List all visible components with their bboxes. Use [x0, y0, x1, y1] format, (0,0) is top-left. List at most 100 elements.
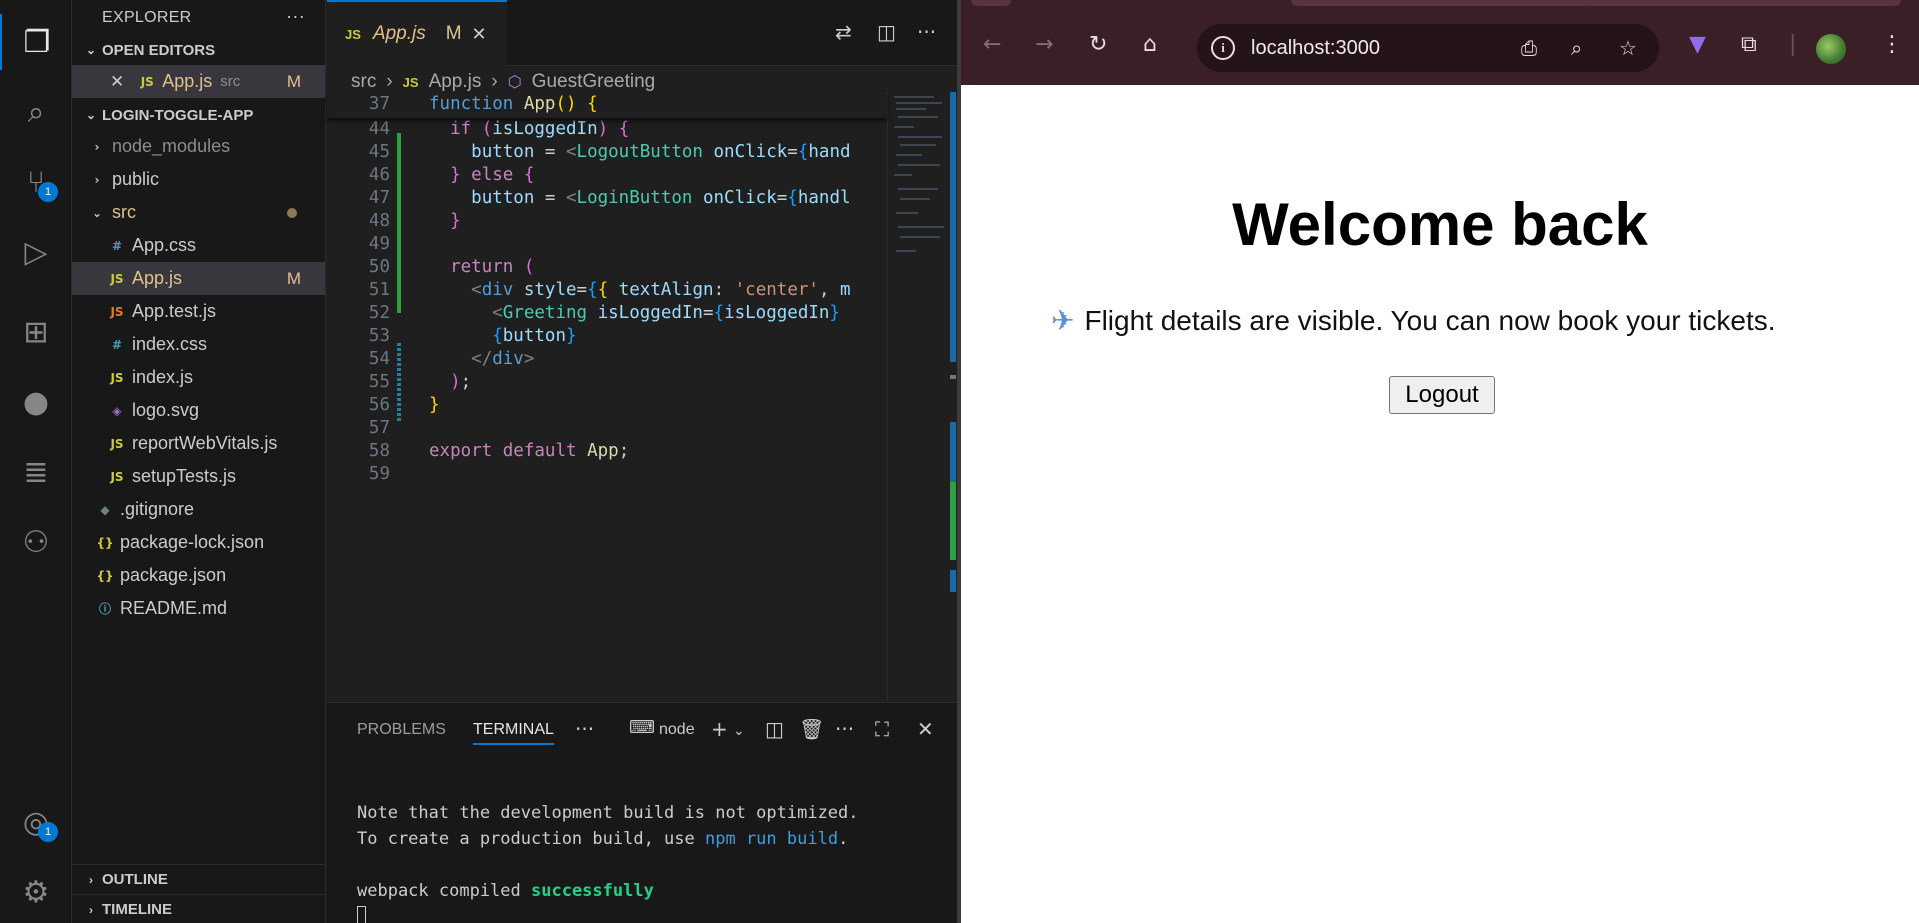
python-icon[interactable]: ⚇ — [0, 514, 72, 570]
home-icon[interactable]: ⌂ — [1143, 32, 1157, 57]
profile-avatar[interactable] — [1816, 34, 1846, 64]
tree-item-package-json[interactable]: {} package.json — [72, 559, 325, 592]
open-editors-header[interactable]: ⌄ OPEN EDITORS — [72, 35, 325, 65]
tree-item-label: reportWebVitals.js — [132, 433, 278, 453]
settings-gear-icon[interactable]: ⚙ — [0, 864, 72, 920]
tree-item-app-test-js[interactable]: JS App.test.js — [72, 295, 325, 328]
code-line: </div> — [471, 349, 535, 369]
breadcrumb-file[interactable]: App.js — [429, 71, 482, 93]
explorer-title-bar: EXPLORER ··· — [72, 0, 325, 35]
menu-icon[interactable]: ⋮ — [1881, 32, 1903, 57]
vscode-window: ❐ ⌕ ⑂ 1 ▷ ⊞ ● ≣ ⚇ ◎ 1 ⚙ EXPLORER ··· ⌄ OPE… — [0, 0, 957, 923]
timeline-label: TIMELINE — [102, 901, 172, 918]
zoom-icon[interactable]: ⌕ — [1571, 36, 1582, 60]
tree-item-public[interactable]: › public — [72, 163, 325, 196]
explorer-title: EXPLORER — [102, 8, 192, 26]
database-icon[interactable]: ≣ — [0, 444, 72, 500]
chevron-down-icon[interactable]: ⌄ — [733, 723, 745, 739]
chevron-right-icon: › — [89, 872, 93, 887]
tree-item-label: package-lock.json — [120, 532, 265, 552]
forward-icon[interactable]: → — [1035, 32, 1053, 57]
search-icon[interactable]: ⌕ — [0, 84, 72, 140]
maximize-panel-icon[interactable]: ⛶ — [875, 717, 889, 741]
tab-terminal[interactable]: TERMINAL — [473, 721, 554, 745]
logout-button[interactable]: Logout — [1389, 376, 1495, 414]
js-file-icon: JS — [110, 271, 124, 286]
compile-status: successfully — [531, 881, 654, 901]
code-line: } — [450, 211, 461, 231]
breadcrumb-symbol[interactable]: GuestGreeting — [532, 71, 656, 93]
project-label: LOGIN-TOGGLE-APP — [102, 106, 254, 124]
code-line: if (isLoggedIn) { — [450, 119, 630, 139]
browser-tab[interactable] — [1581, 0, 1901, 6]
shell-name[interactable]: node — [659, 721, 695, 739]
new-terminal-icon[interactable]: + — [711, 717, 728, 741]
minimap[interactable] — [887, 92, 957, 702]
tree-item-label: App.css — [132, 235, 197, 255]
tree-item-src[interactable]: ⌄ src — [72, 196, 325, 229]
more-actions-icon[interactable]: ··· — [917, 20, 936, 44]
line-number: 45 — [368, 142, 390, 162]
svg-file-icon: ◈ — [112, 403, 122, 418]
accounts-badge: 1 — [38, 822, 58, 842]
tab-problems[interactable]: PROBLEMS — [357, 721, 446, 739]
accounts-icon[interactable]: ◎ 1 — [0, 794, 72, 850]
tree-item-index-css[interactable]: # index.css — [72, 328, 325, 361]
extensions-puzzle-icon[interactable]: ⧉ — [1741, 32, 1757, 57]
terminal-cursor[interactable] — [357, 905, 366, 923]
browser-tab[interactable] — [1291, 0, 1591, 6]
project-header[interactable]: ⌄ LOGIN-TOGGLE-APP — [72, 100, 325, 130]
npm-run-build-link[interactable]: npm run build — [705, 829, 838, 849]
tree-item-package-lock[interactable]: {} package-lock.json — [72, 526, 325, 559]
open-editor-item[interactable]: ✕ JS App.js src M — [72, 65, 325, 98]
tree-item-logo-svg[interactable]: ◈ logo.svg — [72, 394, 325, 427]
tree-item-gitignore[interactable]: ◆ .gitignore — [72, 493, 325, 526]
tree-item-setup-tests[interactable]: JS setupTests.js — [72, 460, 325, 493]
bookmark-star-icon[interactable]: ☆ — [1619, 36, 1637, 60]
explorer-more-icon[interactable]: ··· — [286, 6, 305, 27]
tree-item-report-web-vitals[interactable]: JS reportWebVitals.js — [72, 427, 325, 460]
back-icon[interactable]: ← — [983, 32, 1001, 57]
address-bar[interactable]: i localhost:3000 ⎙ ⌕ ☆ — [1197, 24, 1659, 72]
tab-app-js[interactable]: JS App.js M ✕ — [327, 0, 507, 66]
close-icon[interactable]: ✕ — [110, 72, 124, 92]
more-icon[interactable]: ··· — [575, 717, 594, 741]
outline-header[interactable]: › OUTLINE — [72, 864, 326, 894]
reload-icon[interactable]: ↻ — [1089, 32, 1107, 57]
terminal-line: To create a production build, use npm ru… — [357, 829, 849, 849]
tree-item-label: index.css — [132, 334, 208, 354]
json-file-icon: {} — [96, 535, 114, 550]
tree-item-index-js[interactable]: JS index.js — [72, 361, 325, 394]
tree-item-node-modules[interactable]: › node_modules — [72, 130, 325, 163]
trash-icon[interactable]: 🗑 — [799, 717, 824, 741]
site-info-icon[interactable]: i — [1211, 36, 1235, 60]
extensions-icon[interactable]: ⊞ — [0, 304, 72, 360]
breadcrumb-src[interactable]: src — [351, 71, 376, 93]
sticky-scroll[interactable]: 37 function App() { — [327, 92, 887, 118]
code-line: {button} — [492, 326, 577, 346]
close-tab-icon[interactable]: ✕ — [472, 24, 487, 45]
source-control-icon[interactable]: ⑂ 1 — [0, 154, 72, 210]
line-number: 53 — [368, 326, 390, 346]
run-debug-icon[interactable]: ▷ — [0, 224, 72, 280]
code-line: button = <LogoutButton onClick={hand — [471, 142, 851, 162]
browser-tab[interactable] — [971, 0, 1011, 6]
tree-item-app-js[interactable]: JS App.js M — [72, 262, 325, 295]
extension-icon[interactable]: ▼ — [1689, 32, 1706, 57]
tree-item-readme[interactable]: ⓘ README.md — [72, 592, 325, 625]
compare-changes-icon[interactable]: ⇄ — [835, 20, 852, 44]
github-icon[interactable]: ● — [0, 374, 72, 430]
split-editor-icon[interactable]: ◫ — [877, 20, 896, 44]
code-editor[interactable]: 43 let button; 44 if (isLoggedIn) { 45 b… — [327, 96, 887, 697]
tree-item-label: package.json — [120, 565, 227, 585]
tree-item-app-css[interactable]: # App.css — [72, 229, 325, 262]
explorer-icon[interactable]: ❐ — [0, 14, 72, 70]
line-number: 49 — [368, 234, 390, 254]
line-number: 51 — [368, 280, 390, 300]
close-panel-icon[interactable]: ✕ — [917, 717, 934, 741]
timeline-header[interactable]: › TIMELINE — [72, 894, 326, 923]
split-terminal-icon[interactable]: ◫ — [765, 717, 784, 741]
panel-more-icon[interactable]: ··· — [835, 717, 854, 741]
install-app-icon[interactable]: ⎙ — [1521, 36, 1537, 60]
info-file-icon: ⓘ — [98, 602, 111, 616]
